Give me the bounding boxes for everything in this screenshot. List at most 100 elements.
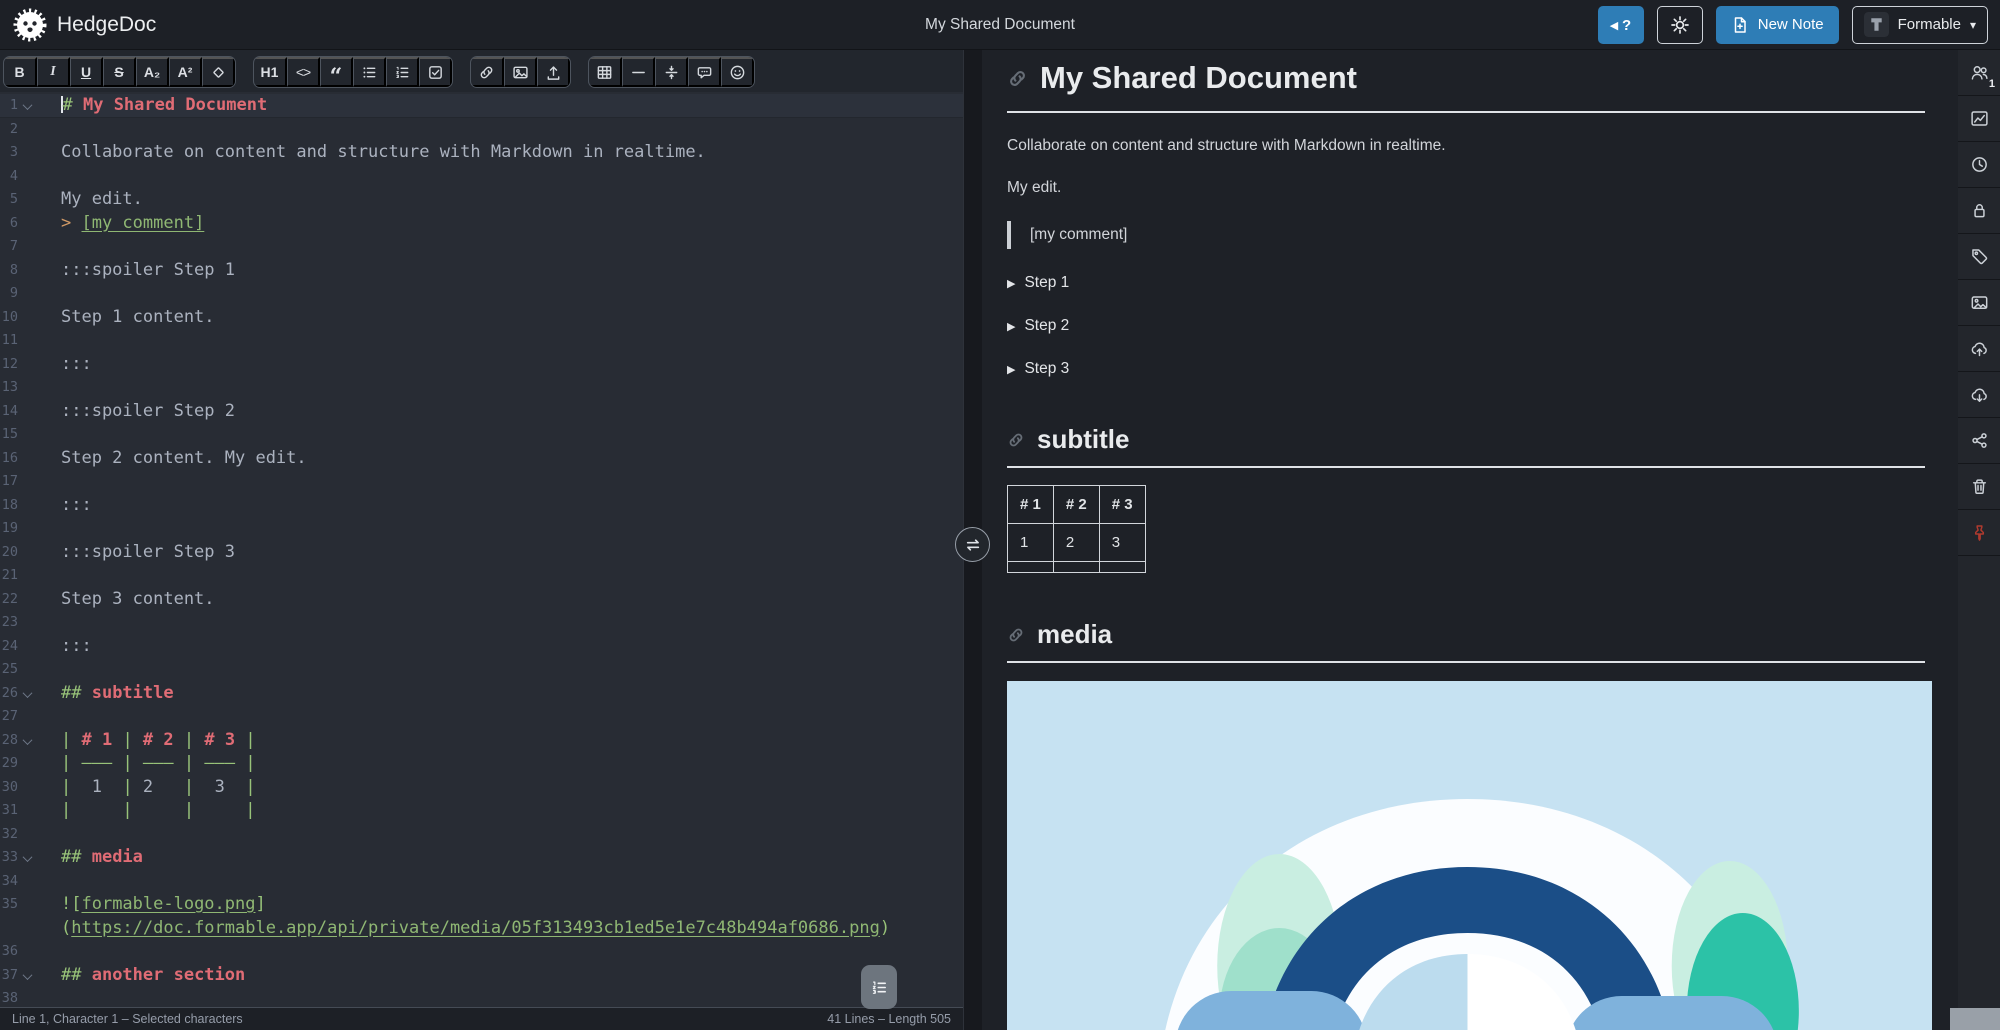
editor-line[interactable]: 27	[0, 705, 963, 729]
editor-line[interactable]: 16 Step 2 content. My edit.	[0, 447, 963, 471]
blockquote-text: [my comment]	[1030, 226, 1128, 243]
sidebar-delete-note-button[interactable]	[1958, 464, 2000, 510]
underline-glyph: U	[80, 64, 92, 80]
editor-line[interactable]: 36	[0, 940, 963, 964]
fold-chevron-icon[interactable]	[22, 852, 32, 863]
editor-line[interactable]: 26 ## subtitle	[0, 682, 963, 706]
sidebar-note-info-button[interactable]	[1958, 96, 2000, 142]
editor-line[interactable]: 5 My edit.	[0, 188, 963, 212]
sidebar-share-button[interactable]	[1958, 418, 2000, 464]
editor-line[interactable]: 24:::	[0, 635, 963, 659]
line-text	[44, 870, 61, 894]
sidebar-import-button[interactable]	[1958, 326, 2000, 372]
markdown-editor[interactable]: 1 # My Shared Document 2 3 Collaborate on co…	[0, 92, 963, 1007]
editor-line[interactable]: 19	[0, 517, 963, 541]
toolbar-upload-button[interactable]	[537, 57, 570, 87]
user-menu[interactable]: Formable ▾	[1851, 5, 1988, 44]
toolbar-superscript-button[interactable]: A²	[169, 57, 202, 87]
editor-line[interactable]: 20:::spoiler Step 3	[0, 541, 963, 565]
table-header-cell: # 3	[1098, 485, 1146, 524]
editor-line[interactable]: 32	[0, 823, 963, 847]
toolbar-italic-button[interactable]: I	[37, 57, 70, 87]
toolbar-table-button[interactable]	[589, 57, 622, 87]
fold-chevron-icon[interactable]	[22, 100, 32, 111]
sidebar-export-button[interactable]	[1958, 372, 2000, 418]
fold-chevron-icon[interactable]	[22, 969, 32, 980]
toolbar-underline-button[interactable]: U	[70, 57, 103, 87]
editor-line[interactable]: 4	[0, 165, 963, 189]
editor-line[interactable]: 37 ## another section	[0, 964, 963, 988]
toolbar-emoji-button[interactable]	[721, 57, 754, 87]
editor-line[interactable]: 10 Step 1 content.	[0, 306, 963, 330]
editor-line[interactable]: 22 Step 3 content.	[0, 588, 963, 612]
toolbar-check-list-button[interactable]	[419, 57, 452, 87]
sidebar-revision-history-button[interactable]	[1958, 142, 2000, 188]
editor-line[interactable]: 25	[0, 658, 963, 682]
editor-line[interactable]: 6 > [my comment]	[0, 212, 963, 236]
hedgedoc-brand[interactable]: HedgeDoc	[12, 7, 156, 43]
sidebar-media-browser-button[interactable]	[1958, 280, 2000, 326]
editor-line[interactable]: 28 | # 1 | # 2 | # 3 |	[0, 729, 963, 753]
fold-chevron-icon[interactable]	[22, 687, 32, 698]
spoiler-summary[interactable]: ▶ Step 1	[1007, 274, 1925, 292]
editor-line[interactable]: 2	[0, 118, 963, 142]
toolbar-comment-button[interactable]	[688, 57, 721, 87]
toolbar-group: B I U S A₂ A²	[3, 56, 236, 88]
anchor-link-icon[interactable]	[1007, 626, 1025, 644]
toolbar-image-button[interactable]	[504, 57, 537, 87]
fold-chevron-icon[interactable]	[22, 734, 32, 745]
spoiler-summary[interactable]: ▶ Step 3	[1007, 360, 1925, 378]
editor-line[interactable]: 23	[0, 611, 963, 635]
editor-line[interactable]: 31 | | | |	[0, 799, 963, 823]
new-note-button[interactable]: New Note	[1715, 5, 1839, 44]
editor-line[interactable]: 15	[0, 423, 963, 447]
editor-line[interactable]: 12:::	[0, 353, 963, 377]
sidebar-online-users-button[interactable]: 1	[1958, 50, 2000, 96]
line-number: 10	[1, 308, 18, 325]
editor-line[interactable]: (https://doc.formable.app/api/private/me…	[0, 917, 963, 941]
toolbar-blockquote-button[interactable]: “	[320, 57, 353, 87]
editor-line[interactable]: 33 ## media	[0, 846, 963, 870]
swap-panes-button[interactable]	[955, 527, 990, 562]
toolbar-heading-button[interactable]: H1	[254, 57, 287, 87]
editor-line[interactable]: 14:::spoiler Step 2	[0, 400, 963, 424]
line-text	[44, 329, 61, 353]
editor-line[interactable]: 7	[0, 235, 963, 259]
editor-line[interactable]: 35 ![formable-logo.png]	[0, 893, 963, 917]
toolbar-ordered-list-button[interactable]	[386, 57, 419, 87]
anchor-link-icon[interactable]	[1007, 431, 1025, 449]
line-number: 8	[9, 261, 18, 278]
toolbar-horizontal-rule-button[interactable]	[622, 57, 655, 87]
editor-line[interactable]: 29 | ——— | ——— | ——— |	[0, 752, 963, 776]
anchor-link-icon[interactable]	[1007, 68, 1028, 89]
editor-line[interactable]: 34	[0, 870, 963, 894]
toolbar-unordered-list-button[interactable]	[353, 57, 386, 87]
editor-line[interactable]: 13	[0, 376, 963, 400]
help-button[interactable]: ◂ ?	[1597, 5, 1644, 44]
editor-line[interactable]: 9	[0, 282, 963, 306]
editor-line[interactable]: 3 Collaborate on content and structure wi…	[0, 141, 963, 165]
editor-line[interactable]: 11	[0, 329, 963, 353]
editor-line[interactable]: 1 # My Shared Document	[0, 94, 963, 118]
editor-line[interactable]: 21	[0, 564, 963, 588]
toolbar-code-button[interactable]: <>	[287, 57, 320, 87]
sidebar-aliases-button[interactable]	[1958, 234, 2000, 280]
sidebar-permissions-button[interactable]	[1958, 188, 2000, 234]
preview-image[interactable]	[1007, 681, 1932, 1030]
toolbar-link-button[interactable]	[471, 57, 504, 87]
editor-line[interactable]: 30 | 1 | 2 | 3 |	[0, 776, 963, 800]
toolbar-strikethrough-button[interactable]: S	[103, 57, 136, 87]
editor-line[interactable]: 17	[0, 470, 963, 494]
toolbar-eraser-button[interactable]	[202, 57, 235, 87]
spoiler-summary[interactable]: ▶ Step 2	[1007, 317, 1925, 335]
toolbar-subscript-button[interactable]: A₂	[136, 57, 169, 87]
editor-line[interactable]: 18:::	[0, 494, 963, 518]
toolbar-bold-button[interactable]: B	[4, 57, 37, 87]
settings-button[interactable]	[1656, 5, 1703, 44]
toolbar-line-spacer-button[interactable]	[655, 57, 688, 87]
toolbar-group	[470, 56, 571, 88]
table-of-contents-button[interactable]	[861, 965, 897, 1009]
editor-line[interactable]: 8:::spoiler Step 1	[0, 259, 963, 283]
sidebar-pin-note-button[interactable]	[1958, 510, 2000, 556]
editor-line[interactable]: 38	[0, 987, 963, 1007]
